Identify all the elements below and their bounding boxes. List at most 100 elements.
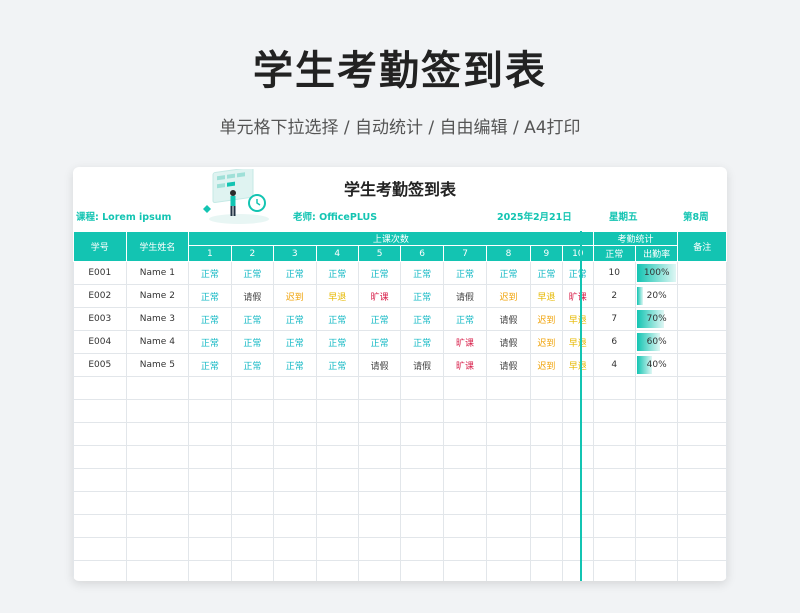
empty-cell[interactable]	[73, 399, 127, 423]
normal-count-cell[interactable]: 7	[592, 307, 636, 331]
empty-cell[interactable]	[592, 514, 636, 538]
student-id-cell[interactable]: E005	[73, 353, 127, 377]
empty-cell[interactable]	[592, 445, 636, 469]
attendance-mark-cell[interactable]: 正常	[562, 261, 594, 285]
empty-cell[interactable]	[315, 560, 359, 581]
normal-count-cell[interactable]: 2	[592, 284, 636, 308]
student-id-cell[interactable]: E003	[73, 307, 127, 331]
empty-cell[interactable]	[592, 468, 636, 492]
empty-cell[interactable]	[529, 422, 564, 446]
attendance-mark-cell[interactable]: 早退	[562, 330, 594, 354]
empty-cell[interactable]	[562, 399, 594, 423]
empty-cell[interactable]	[357, 399, 402, 423]
empty-cell[interactable]	[73, 468, 127, 492]
empty-cell[interactable]	[273, 399, 317, 423]
empty-cell[interactable]	[634, 468, 679, 492]
empty-cell[interactable]	[486, 445, 531, 469]
empty-cell[interactable]	[188, 422, 232, 446]
attendance-mark-cell[interactable]: 旷课	[562, 284, 594, 308]
empty-cell[interactable]	[400, 468, 444, 492]
empty-cell[interactable]	[73, 376, 127, 400]
empty-cell[interactable]	[273, 422, 317, 446]
attendance-mark-cell[interactable]: 请假	[357, 353, 402, 377]
empty-cell[interactable]	[529, 560, 564, 581]
empty-cell[interactable]	[230, 560, 275, 581]
attendance-mark-cell[interactable]: 正常	[230, 261, 275, 285]
empty-cell[interactable]	[677, 445, 727, 469]
attendance-mark-cell[interactable]: 正常	[273, 261, 317, 285]
empty-cell[interactable]	[357, 537, 402, 561]
empty-cell[interactable]	[125, 537, 190, 561]
empty-cell[interactable]	[230, 491, 275, 515]
attendance-mark-cell[interactable]: 正常	[400, 330, 444, 354]
attendance-mark-cell[interactable]: 请假	[230, 284, 275, 308]
empty-cell[interactable]	[73, 514, 127, 538]
empty-cell[interactable]	[677, 468, 727, 492]
empty-cell[interactable]	[562, 514, 594, 538]
empty-cell[interactable]	[73, 445, 127, 469]
attendance-mark-cell[interactable]: 正常	[188, 284, 232, 308]
empty-cell[interactable]	[400, 376, 444, 400]
empty-cell[interactable]	[677, 376, 727, 400]
attendance-mark-cell[interactable]: 旷课	[357, 284, 402, 308]
attendance-mark-cell[interactable]: 正常	[400, 284, 444, 308]
empty-cell[interactable]	[562, 560, 594, 581]
empty-cell[interactable]	[529, 468, 564, 492]
attendance-mark-cell[interactable]: 正常	[273, 307, 317, 331]
empty-cell[interactable]	[486, 514, 531, 538]
attendance-mark-cell[interactable]: 正常	[400, 307, 444, 331]
attendance-mark-cell[interactable]: 迟到	[273, 284, 317, 308]
attendance-mark-cell[interactable]: 迟到	[529, 330, 564, 354]
attendance-mark-cell[interactable]: 旷课	[442, 353, 488, 377]
attendance-mark-cell[interactable]: 正常	[442, 261, 488, 285]
empty-cell[interactable]	[188, 468, 232, 492]
empty-cell[interactable]	[125, 514, 190, 538]
attendance-mark-cell[interactable]: 早退	[529, 284, 564, 308]
empty-cell[interactable]	[592, 537, 636, 561]
student-name-cell[interactable]: Name 5	[125, 353, 190, 377]
empty-cell[interactable]	[592, 560, 636, 581]
empty-cell[interactable]	[230, 514, 275, 538]
attendance-mark-cell[interactable]: 正常	[357, 307, 402, 331]
empty-cell[interactable]	[230, 376, 275, 400]
attendance-mark-cell[interactable]: 正常	[529, 261, 564, 285]
empty-cell[interactable]	[125, 399, 190, 423]
empty-cell[interactable]	[315, 468, 359, 492]
empty-cell[interactable]	[529, 376, 564, 400]
empty-cell[interactable]	[273, 491, 317, 515]
empty-cell[interactable]	[634, 560, 679, 581]
empty-cell[interactable]	[73, 560, 127, 581]
empty-cell[interactable]	[230, 468, 275, 492]
empty-cell[interactable]	[400, 537, 444, 561]
empty-cell[interactable]	[273, 376, 317, 400]
empty-cell[interactable]	[442, 468, 488, 492]
empty-cell[interactable]	[188, 445, 232, 469]
attendance-mark-cell[interactable]: 请假	[486, 307, 531, 331]
empty-cell[interactable]	[400, 491, 444, 515]
attendance-mark-cell[interactable]: 早退	[315, 284, 359, 308]
attendance-mark-cell[interactable]: 正常	[230, 307, 275, 331]
attendance-mark-cell[interactable]: 正常	[315, 261, 359, 285]
attendance-mark-cell[interactable]: 正常	[188, 353, 232, 377]
empty-cell[interactable]	[73, 537, 127, 561]
empty-cell[interactable]	[230, 445, 275, 469]
empty-cell[interactable]	[400, 514, 444, 538]
empty-cell[interactable]	[315, 491, 359, 515]
empty-cell[interactable]	[634, 376, 679, 400]
empty-cell[interactable]	[315, 537, 359, 561]
attendance-mark-cell[interactable]: 正常	[188, 261, 232, 285]
empty-cell[interactable]	[529, 491, 564, 515]
empty-cell[interactable]	[486, 376, 531, 400]
empty-cell[interactable]	[634, 422, 679, 446]
empty-cell[interactable]	[634, 491, 679, 515]
empty-cell[interactable]	[592, 376, 636, 400]
attendance-mark-cell[interactable]: 正常	[230, 330, 275, 354]
attendance-mark-cell[interactable]: 迟到	[529, 353, 564, 377]
empty-cell[interactable]	[486, 468, 531, 492]
attendance-mark-cell[interactable]: 早退	[562, 353, 594, 377]
empty-cell[interactable]	[486, 560, 531, 581]
empty-cell[interactable]	[562, 445, 594, 469]
empty-cell[interactable]	[230, 537, 275, 561]
empty-cell[interactable]	[273, 537, 317, 561]
normal-count-cell[interactable]: 4	[592, 353, 636, 377]
